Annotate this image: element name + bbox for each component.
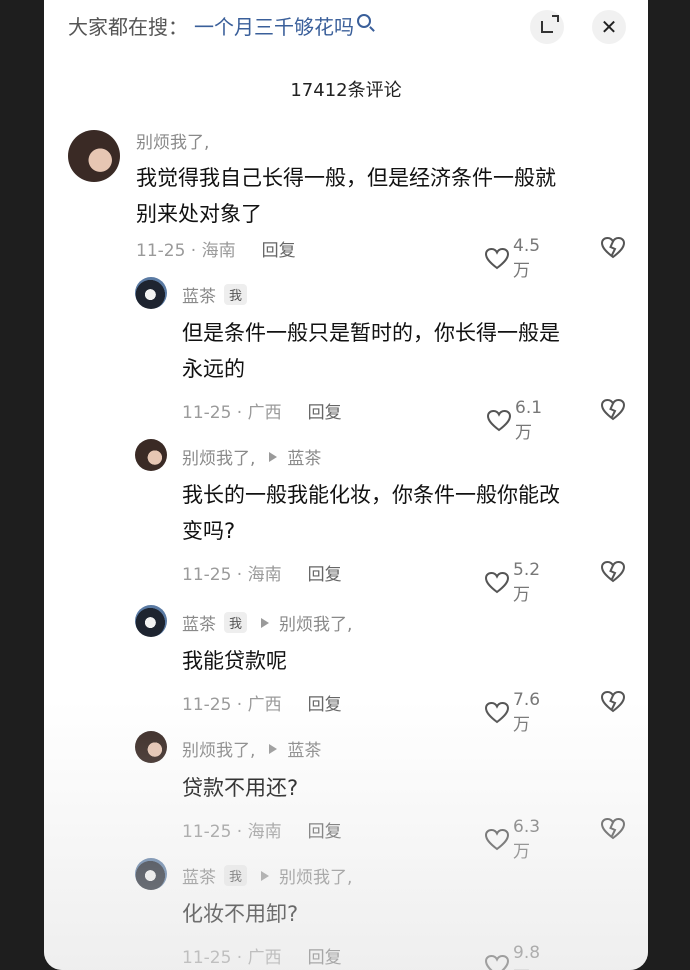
reply-button[interactable]: 回复 — [308, 690, 342, 715]
like-button[interactable]: 6.3万 — [484, 817, 540, 862]
date-location: 11-25 · 广西 — [182, 695, 282, 715]
reply-button[interactable]: 回复 — [308, 560, 342, 585]
reply-to-arrow-icon — [261, 870, 270, 881]
search-icon — [357, 14, 371, 28]
reply-to-username[interactable]: 别烦我了, — [279, 863, 352, 888]
like-button[interactable]: 6.1万 — [486, 398, 542, 443]
like-count: 7.6万 — [513, 690, 541, 735]
reply-button[interactable]: 回复 — [308, 943, 342, 968]
avatar[interactable] — [135, 731, 167, 763]
comment-text: 我觉得我自己长得一般，但是经济条件一般就 别来处对象了 — [136, 166, 556, 226]
expand-icon — [541, 15, 559, 33]
comment-count: 17412条评论 — [290, 80, 402, 101]
date-location: 11-25 · 海南 — [182, 565, 282, 585]
reply-button[interactable]: 回复 — [308, 398, 342, 423]
like-count: 6.1万 — [515, 398, 543, 443]
heart-icon — [484, 571, 510, 595]
heart-icon — [484, 954, 510, 970]
like-count: 4.5万 — [513, 236, 541, 281]
username[interactable]: 别烦我了, — [136, 128, 209, 153]
me-badge: 我 — [224, 284, 248, 305]
reply-to-arrow-icon — [269, 743, 278, 754]
close-icon: ✕ — [600, 15, 618, 39]
search-query-link[interactable]: 一个月三千够花吗 — [194, 11, 354, 40]
like-button[interactable]: 9.8万 — [484, 943, 540, 970]
search-prefix: 大家都在搜： — [68, 14, 188, 39]
close-button[interactable]: ✕ — [592, 10, 626, 44]
comment-text: 化妆不用卸? — [182, 902, 299, 926]
reply-to-arrow-icon — [261, 617, 270, 628]
dislike-icon[interactable] — [600, 817, 626, 841]
expand-button[interactable] — [530, 10, 564, 44]
heart-icon — [486, 409, 512, 433]
like-count: 5.2万 — [513, 560, 541, 605]
date-location: 11-25 · 广西 — [182, 948, 282, 968]
username[interactable]: 别烦我了, — [182, 736, 255, 761]
date-location: 11-25 · 广西 — [182, 403, 282, 423]
search-suggestion[interactable]: 大家都在搜： 一个月三千够花吗 — [68, 10, 371, 40]
reply-to-arrow-icon — [269, 451, 278, 462]
like-button[interactable]: 5.2万 — [484, 560, 540, 605]
comment-text: 我长的一般我能化妆，你条件一般你能改 变吗? — [182, 483, 560, 543]
avatar[interactable] — [135, 605, 167, 637]
username[interactable]: 蓝茶 — [182, 282, 216, 307]
me-badge: 我 — [224, 865, 248, 886]
heart-icon — [484, 828, 510, 852]
dislike-icon[interactable] — [600, 236, 626, 260]
reply-button[interactable]: 回复 — [308, 817, 342, 842]
date-location: 11-25 · 海南 — [136, 241, 236, 261]
heart-icon — [484, 247, 510, 271]
heart-icon — [484, 701, 510, 725]
comment-text: 我能贷款呢 — [182, 649, 287, 673]
reply-button[interactable]: 回复 — [262, 236, 296, 261]
username[interactable]: 别烦我了, — [182, 444, 255, 469]
dislike-icon[interactable] — [600, 560, 626, 584]
avatar[interactable] — [135, 858, 167, 890]
me-badge: 我 — [224, 612, 248, 633]
like-count: 9.8万 — [513, 943, 541, 970]
avatar[interactable] — [68, 130, 120, 182]
dislike-icon[interactable] — [600, 398, 626, 422]
comments-panel: 大家都在搜： 一个月三千够花吗 ✕ 17412条评论 别烦我了, 我觉得我自己长… — [44, 0, 648, 970]
avatar[interactable] — [135, 439, 167, 471]
reply-to-username[interactable]: 蓝茶 — [287, 444, 321, 469]
date-location: 11-25 · 海南 — [182, 822, 282, 842]
like-button[interactable]: 4.5万 — [484, 236, 540, 281]
username[interactable]: 蓝茶 — [182, 610, 216, 635]
avatar[interactable] — [135, 277, 167, 309]
dislike-icon[interactable] — [600, 690, 626, 714]
reply-to-username[interactable]: 蓝茶 — [287, 736, 321, 761]
username[interactable]: 蓝茶 — [182, 863, 216, 888]
comment-text: 贷款不用还? — [182, 776, 299, 800]
comment-text: 但是条件一般只是暂时的，你长得一般是 永远的 — [182, 321, 560, 381]
like-count: 6.3万 — [513, 817, 541, 862]
like-button[interactable]: 7.6万 — [484, 690, 540, 735]
reply-to-username[interactable]: 别烦我了, — [279, 610, 352, 635]
